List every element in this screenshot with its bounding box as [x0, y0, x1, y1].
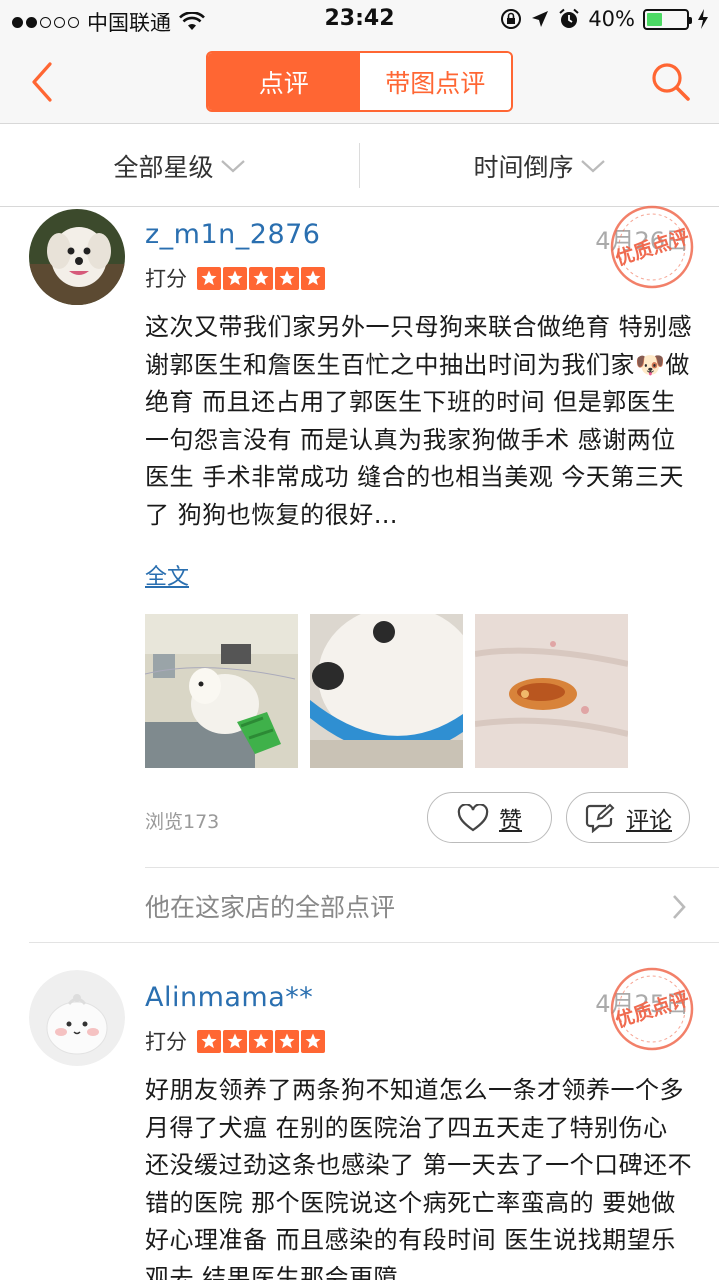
star-icon: [275, 1029, 299, 1053]
search-icon[interactable]: [649, 60, 693, 104]
back-icon[interactable]: [24, 58, 64, 106]
star-icon: [223, 266, 247, 290]
charging-icon: [698, 9, 708, 29]
review-photo[interactable]: [475, 614, 628, 768]
review-photo[interactable]: [145, 614, 298, 768]
heart-icon: [457, 803, 489, 831]
score-label: 打分: [145, 267, 187, 291]
sort-filter-label: 时间倒序: [473, 152, 574, 182]
comment-button[interactable]: 评论: [566, 792, 690, 843]
like-label: 赞: [499, 807, 522, 834]
star-filter-label: 全部星级: [113, 152, 214, 182]
review-card: z_m1n_2876 4月26日 优质点评 打分 这次又带我们家另外一只母狗来联…: [0, 205, 719, 947]
avatar[interactable]: [29, 209, 125, 305]
alarm-icon: [559, 8, 579, 28]
review-score: 打分: [145, 263, 325, 293]
reviewer-name[interactable]: z_m1n_2876: [145, 219, 320, 250]
view-count: 浏览173: [145, 811, 220, 833]
star-icon: [223, 1029, 247, 1053]
battery-fill: [647, 12, 663, 26]
nav-bar: 点评 带图点评: [0, 40, 719, 124]
star-icon: [301, 1029, 325, 1053]
chevron-down-icon: [220, 159, 245, 172]
status-bar: 中国联通 23:42 40%: [0, 0, 719, 40]
review-score: 打分: [145, 1026, 325, 1056]
star-icon: [197, 266, 221, 290]
orientation-lock-icon: [501, 9, 522, 29]
location-icon: [532, 11, 549, 27]
review-divider: [29, 942, 719, 943]
quality-review-stamp-icon: 优质点评: [610, 967, 694, 1051]
reviewer-name[interactable]: Alinmama**: [145, 982, 313, 1013]
review-card: Alinmama** 4月25日 优质点评 打分 好朋友领养了两条狗不知道怎么一…: [0, 967, 719, 1280]
battery-icon: [643, 8, 692, 30]
review-content[interactable]: 好朋友领养了两条狗不知道怎么一条才领养一个多月得了犬瘟 在别的医院治了四五天走了…: [145, 1072, 693, 1280]
stamp-text: 优质点评: [612, 225, 691, 270]
review-type-segmented-control: 点评 带图点评: [206, 51, 513, 112]
all-reviews-at-shop-label: 他在这家店的全部点评: [145, 892, 396, 922]
score-label: 打分: [145, 1030, 187, 1054]
chevron-right-icon: [673, 895, 686, 919]
chevron-down-icon: [580, 159, 605, 172]
star-icon: [301, 266, 325, 290]
star-icon: [249, 266, 273, 290]
star-filter-dropdown[interactable]: 全部星级: [0, 125, 359, 206]
like-button[interactable]: 赞: [427, 792, 552, 843]
review-photos: [145, 614, 628, 768]
star-icon: [197, 1029, 221, 1053]
star-icon: [275, 266, 299, 290]
edit-comment-icon: [585, 803, 615, 833]
all-reviews-at-shop-link[interactable]: 他在这家店的全部点评: [145, 867, 719, 943]
star-icon: [249, 1029, 273, 1053]
review-content[interactable]: 这次又带我们家另外一只母狗来联合做绝育 特别感谢郭医生和詹医生百忙之中抽出时间为…: [145, 309, 693, 534]
review-photo[interactable]: [310, 614, 463, 768]
sort-filter-dropdown[interactable]: 时间倒序: [360, 125, 719, 206]
star-rating: [197, 266, 325, 290]
quality-review-stamp-icon: 优质点评: [610, 205, 694, 289]
tab-reviews[interactable]: 点评: [208, 53, 360, 110]
stamp-text: 优质点评: [612, 987, 691, 1032]
avatar[interactable]: [29, 970, 125, 1066]
screen: 中国联通 23:42 40% 点评 带图点评 全部星级 时间倒序 z_m1n_2…: [0, 0, 719, 1280]
comment-label: 评论: [626, 807, 672, 834]
filter-bar: 全部星级 时间倒序: [0, 125, 719, 207]
battery-percent: 40%: [588, 7, 635, 31]
tab-photo-reviews[interactable]: 带图点评: [359, 53, 511, 110]
star-rating: [197, 1029, 325, 1053]
read-more-link[interactable]: 全文: [145, 559, 189, 591]
status-right: 40%: [500, 7, 709, 31]
